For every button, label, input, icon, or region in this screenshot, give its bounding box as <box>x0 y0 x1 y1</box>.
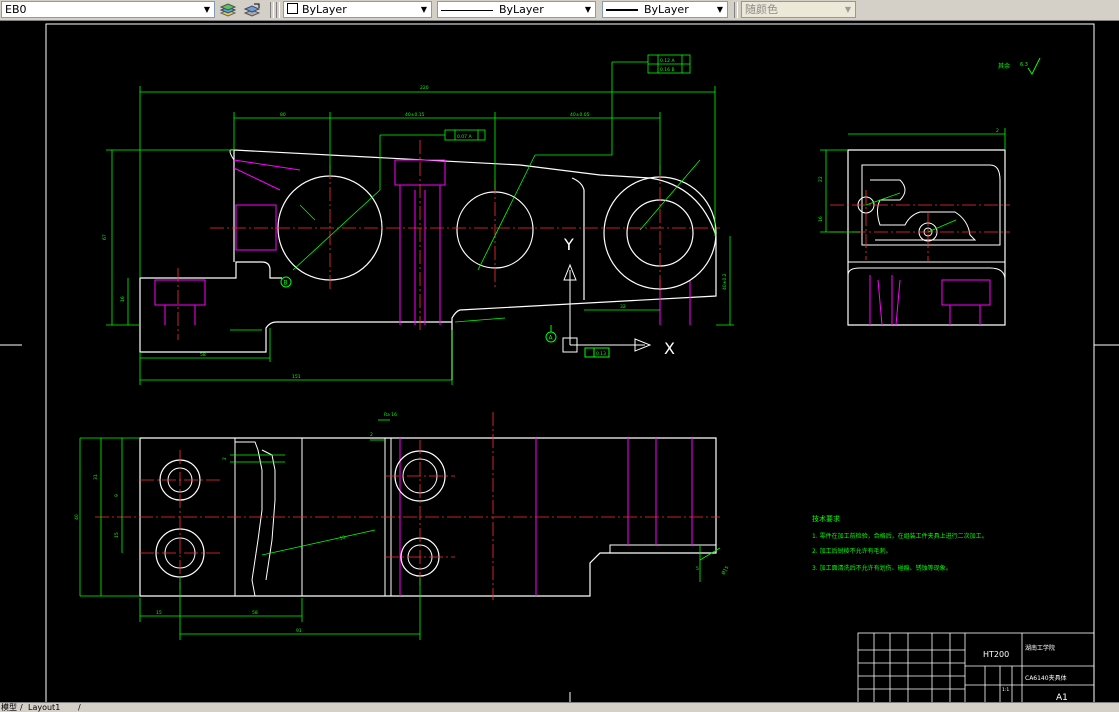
dim-side-top: 2 <box>996 128 999 134</box>
chevron-down-icon[interactable]: ▼ <box>417 2 431 17</box>
plan-view: 40 31 9 15 15 58 91 2 Ra 16 5 Ø15 2 10 <box>74 412 730 640</box>
toolbar-separator <box>270 2 274 18</box>
tech-item-1: 1. 零件在加工前检验，合格后，在组装工件夹具上进行二次加工。 <box>812 532 988 540</box>
properties-toolbar: EB0 ▼ ByLayer ▼ ByLayer ▼ ByLayer ▼ 随颜色 … <box>0 0 1119 21</box>
dim-side-h: 22 <box>818 176 824 182</box>
tech-item-2: 2. 加工后锐棱不允许有毛刺。 <box>812 547 892 555</box>
dim-plan-right: 5 <box>696 566 699 572</box>
dim-height: 67 <box>102 234 108 240</box>
linetype-combo-value: ByLayer <box>499 3 544 16</box>
datum-a-label: A <box>549 335 554 342</box>
dim-plan-bottom-58: 58 <box>252 610 258 616</box>
dim-bottom-overall: 151 <box>292 374 301 380</box>
dim-overall-top: 220 <box>420 85 429 91</box>
front-view: 0.12 A 0.16 B 0.07 A 220 80 40±0.15 40±0… <box>102 54 734 385</box>
layer-combo-value: EB0 <box>5 3 27 16</box>
dim-left-small: 16 <box>120 296 126 302</box>
tech-title: 技术要求 <box>812 514 840 523</box>
plotstyle-combo: 随颜色 ▼ <box>741 1 856 18</box>
title-scale: 1:1 <box>1002 687 1009 693</box>
dim-plan-top-r: 2 <box>370 432 373 438</box>
drawing-canvas[interactable]: 0.12 A 0.16 B 0.07 A 220 80 40±0.15 40±0… <box>0 21 1119 707</box>
datum-b-label: B <box>284 280 288 287</box>
toolbar-separator <box>276 2 280 18</box>
dim-plan-h2: 9 <box>114 494 120 497</box>
dim-plan-height: 40 <box>74 514 80 520</box>
roughness-value: 6.3 <box>1020 62 1028 68</box>
tolerance-mid: 0.07 A <box>457 134 472 140</box>
dim-mid1: 40±0.15 <box>405 112 425 118</box>
color-combo-value: ByLayer <box>302 3 347 16</box>
axis-x-label: X <box>664 339 675 358</box>
plotstyle-combo-value: 随颜色 <box>745 3 778 16</box>
dim-plan-right-r: Ø15 <box>720 564 731 576</box>
color-swatch-icon <box>287 3 298 14</box>
dim-plan-h1: 31 <box>93 474 99 480</box>
tolerance-bottom: 0.13 <box>596 351 606 357</box>
axis-y-label: Y <box>563 235 574 254</box>
title-material: HT200 <box>983 650 1009 659</box>
dim-plan-bottom-15: 15 <box>156 610 162 616</box>
tolerance-top-row1: 0.12 A <box>660 58 675 64</box>
dim-right-height: 40±0.2 <box>722 273 728 290</box>
title-school: 湖南工学院 <box>1025 644 1055 652</box>
ucs-icon <box>562 263 652 353</box>
lineweight-combo[interactable]: ByLayer ▼ <box>602 1 728 18</box>
drawing-frame <box>45 23 1095 707</box>
title-sheet-size: A1 <box>1056 693 1068 702</box>
dim-plan-small: 2 <box>222 457 228 460</box>
dim-plan-h3: 15 <box>114 532 120 538</box>
tech-notes: 技术要求 1. 零件在加工前检验，合格后，在组装工件夹具上进行二次加工。 2. … <box>812 514 988 572</box>
roughness-label: 其余 <box>998 62 1010 70</box>
color-combo[interactable]: ByLayer ▼ <box>283 1 432 18</box>
layer-combo[interactable]: EB0 ▼ <box>1 1 215 18</box>
chevron-down-icon: ▼ <box>844 5 852 14</box>
dim-bottom-58: 58 <box>200 352 206 358</box>
tech-item-3: 3. 加工面清洗后不允许有划伤、碰痕、锈蚀等现象。 <box>812 564 952 572</box>
dim-small-arrow: 10 <box>339 535 346 542</box>
lineweight-preview-icon <box>606 9 638 11</box>
title-part-name: CA6140夹具体 <box>1025 674 1067 682</box>
roughness-symbol-icon <box>1027 57 1041 75</box>
lineweight-combo-value: ByLayer <box>644 3 689 16</box>
tolerance-top-row2: 0.16 B <box>660 67 675 73</box>
drawing-svg[interactable]: 0.12 A 0.16 B 0.07 A 220 80 40±0.15 40±0… <box>0 21 1119 707</box>
toolbar-separator <box>734 2 738 18</box>
dim-plan-top-ra: Ra 16 <box>384 412 397 418</box>
dim-mid2: 40±0.05 <box>570 112 590 118</box>
dim-plan-bottom-91: 91 <box>296 628 302 634</box>
chevron-down-icon[interactable]: ▼ <box>713 2 727 17</box>
linetype-combo[interactable]: ByLayer ▼ <box>437 1 596 18</box>
layer-stack-icon[interactable] <box>219 2 237 18</box>
title-block <box>857 632 1095 707</box>
dim-left: 80 <box>280 112 286 118</box>
dim-right-small: 32 <box>620 304 626 310</box>
chevron-down-icon[interactable]: ▼ <box>200 2 214 17</box>
linetype-preview-icon <box>441 9 493 11</box>
dim-side-left: 16 <box>818 216 824 222</box>
layer-previous-icon[interactable] <box>243 2 261 18</box>
chevron-down-icon[interactable]: ▼ <box>581 2 595 17</box>
side-view: 22 2 16 其余 6.3 <box>818 57 1041 326</box>
